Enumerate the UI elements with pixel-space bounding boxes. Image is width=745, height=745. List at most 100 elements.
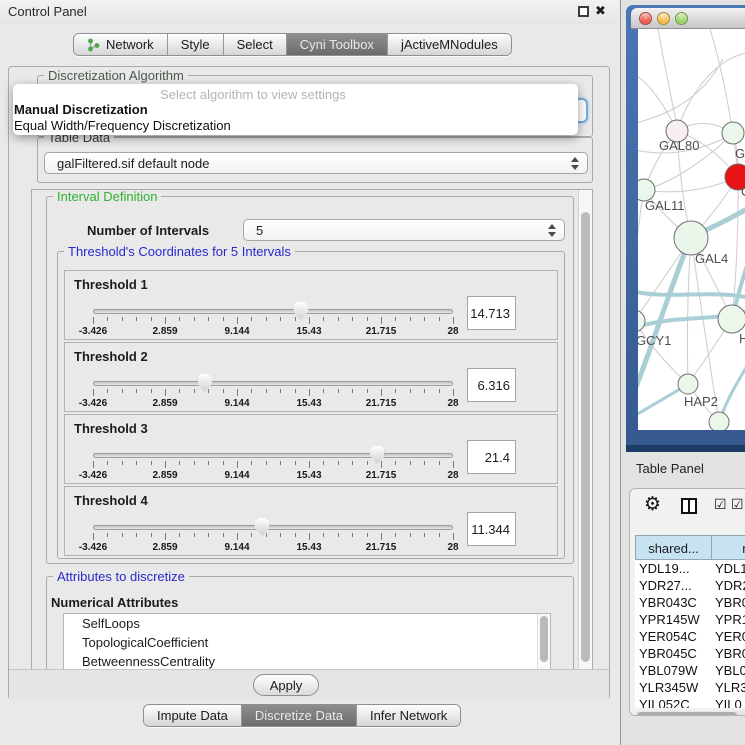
scrollbar-thumb[interactable] [581,212,590,662]
table-cell: YBR0 [711,594,745,611]
tick-mark [165,317,166,324]
bottom-tab-bar: Impute Data Discretize DataInfer Network [143,704,461,727]
list-scrollbar[interactable] [537,614,550,675]
tick-mark [338,317,339,321]
close-traffic-light[interactable] [639,12,652,25]
tick-mark [266,317,267,321]
slider-track[interactable] [93,381,453,386]
tab-infer-network[interactable]: Infer Network [356,705,460,726]
float-window-icon[interactable] [578,6,589,17]
tick-mark [453,389,454,396]
tick-mark [136,461,137,465]
table-cell: YDL19... [635,560,711,577]
threshold-slider[interactable]: -3.4262.8599.14415.4321.71528 [93,301,453,339]
node-node-top-right[interactable] [722,122,744,144]
checkbox-icon[interactable]: ☑ [731,496,744,513]
network-window-titlebar[interactable] [631,8,745,29]
column-header[interactable]: na [711,535,745,560]
node-HAP2[interactable] [678,374,698,394]
zoom-traffic-light[interactable] [675,12,688,25]
table-row[interactable]: YDL19...YDL1 [635,560,745,577]
number-of-intervals-combobox[interactable]: 5 [243,219,565,241]
threshold-label: Threshold 4 [74,493,148,508]
table-body: YDL19...YDL1YDR27...YDR2YBR043CYBR0YPR14… [635,560,745,708]
close-icon[interactable]: ✖ [595,3,606,19]
table-row[interactable]: YBL079WYBL0 [635,662,745,679]
attributes-group: Attributes to discretize Numerical Attri… [46,576,574,675]
tab-style[interactable]: Style [167,34,223,55]
combo-spinner-icon[interactable] [548,223,557,238]
tick-mark [251,533,252,537]
checkbox-icon[interactable]: ☑ [714,496,727,513]
tick-mark [453,317,454,324]
network-window[interactable]: GAL80GACGAL11GAL4GCY1HHAP2 [626,5,745,452]
tick-mark [151,317,152,321]
numerical-attributes-list[interactable]: SelfLoopsTopologicalCoefficientBetweenne… [63,613,551,675]
gear-icon[interactable]: ⚙ [644,493,661,516]
tick-mark [179,533,180,537]
table-data-combobox[interactable]: galFiltered.sif default node [44,152,588,174]
tab-select[interactable]: Select [223,34,286,55]
table-row[interactable]: YIL052CYIL0 [635,696,745,708]
table-panel-title: Table Panel [636,461,704,476]
columns-icon[interactable] [681,498,697,514]
tab-label: jActiveMNodules [401,37,498,52]
table-cell: YDR27... [635,577,711,594]
tick-label: 2.859 [152,398,177,409]
combo-spinner-icon[interactable] [571,156,580,171]
table-row[interactable]: YBR043CYBR0 [635,594,745,611]
tick-mark [266,461,267,465]
threshold-value-field[interactable]: 11.344 [467,512,516,546]
node-H-node[interactable] [718,305,745,333]
horizontal-scrollbar[interactable] [635,711,745,716]
slider-track[interactable] [93,453,453,458]
algorithm-option[interactable]: Manual Discretization [13,102,578,118]
minimize-traffic-light[interactable] [657,12,670,25]
tick-mark [223,317,224,321]
list-item[interactable]: TopologicalCoefficient [64,633,550,652]
tab-label: Impute Data [157,708,228,723]
threshold-value-field[interactable]: 6.316 [467,368,516,402]
table-panel: ⚙ ☑ ☑ shared... na YDL19...YDL1YDR27...Y… [629,488,745,716]
edge [638,59,723,124]
tick-label: -3.426 [79,398,107,409]
table-row[interactable]: YBR045CYBR0 [635,645,745,662]
node-label: GA [735,146,745,161]
threshold-slider[interactable]: -3.4262.8599.14415.4321.71528 [93,517,453,555]
slider-track[interactable] [93,309,453,314]
table-row[interactable]: YPR145WYPR1 [635,611,745,628]
threshold-value-field[interactable]: 14.713 [467,296,516,330]
list-item[interactable]: SelfLoops [64,614,550,633]
tick-mark [280,461,281,465]
cyni-toolbox-pane: Discretization Algorithm Table Data galF… [8,66,610,700]
column-header[interactable]: shared... [635,535,711,560]
tab-discretize-data[interactable]: Discretize Data [241,705,356,726]
tick-mark [295,533,296,537]
table-row[interactable]: YLR345WYLR3 [635,679,745,696]
tab-cyni-toolbox[interactable]: Cyni Toolbox [286,34,387,55]
slider-track[interactable] [93,525,453,530]
scrollbar-thumb[interactable] [637,712,737,716]
tick-mark [179,389,180,393]
threshold-value-field[interactable]: 21.4 [467,440,516,474]
threshold-slider[interactable]: -3.4262.8599.14415.4321.71528 [93,445,453,483]
table-row[interactable]: YER054CYER0 [635,628,745,645]
node-GCY1[interactable] [638,310,645,332]
tab-impute-data[interactable]: Impute Data [144,705,241,726]
tick-mark [93,533,94,540]
tick-label: -3.426 [79,470,107,481]
table-cell: YBR045C [635,645,711,662]
tab-jactivemnodules[interactable]: jActiveMNodules [387,34,511,55]
table-cell: YBL079W [635,662,711,679]
apply-button[interactable]: Apply [253,674,319,696]
table-row[interactable]: YDR27...YDR2 [635,577,745,594]
vertical-scrollbar[interactable] [578,190,592,674]
algorithm-option[interactable]: Equal Width/Frequency Discretization [13,118,578,134]
network-canvas[interactable]: GAL80GACGAL11GAL4GCY1HHAP2 [638,29,745,430]
node-node-bottom[interactable] [709,412,729,430]
node-GAL4[interactable] [674,221,708,255]
scrollbar-thumb[interactable] [540,616,548,662]
tick-mark [107,389,108,393]
tab-network[interactable]: Network [74,34,167,55]
threshold-slider[interactable]: -3.4262.8599.14415.4321.71528 [93,373,453,411]
